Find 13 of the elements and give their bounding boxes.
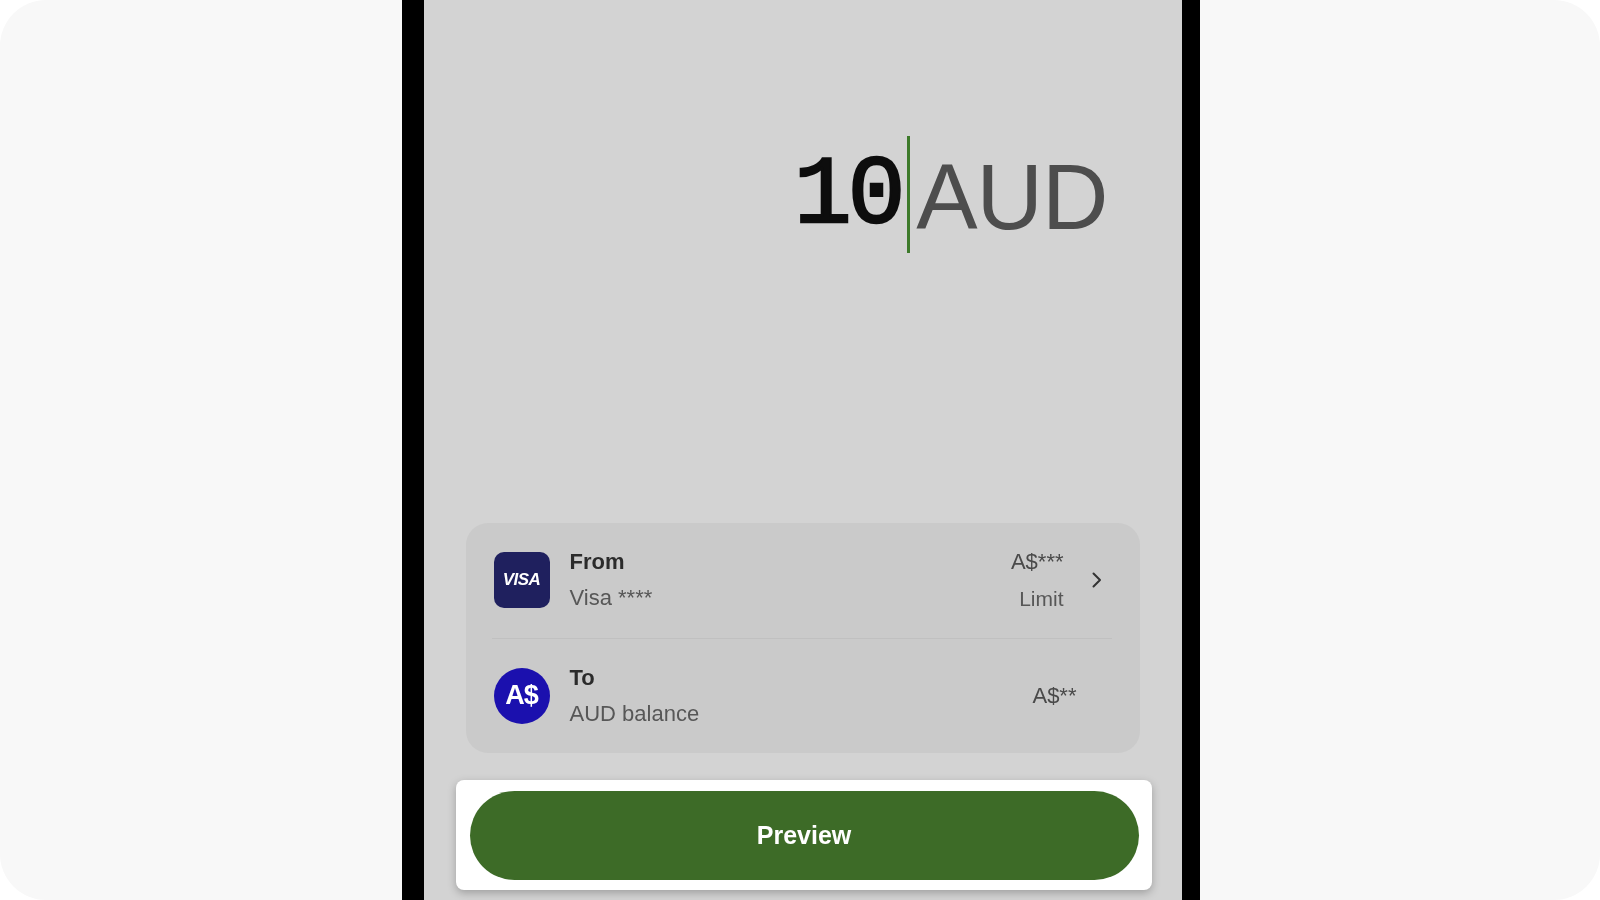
chevron-right-icon[interactable] [1091, 572, 1102, 589]
currency-code: AUD [916, 150, 1108, 243]
amount-value[interactable]: 10 [794, 148, 902, 245]
row-amount: A$*** [1010, 549, 1064, 576]
card-logo: VISA [493, 552, 550, 609]
row-label: To [569, 664, 596, 691]
row-label: From [569, 549, 626, 576]
row-amount: A$** [1032, 682, 1077, 709]
row-detail: Visa **** [569, 585, 654, 612]
preview-button[interactable]: Preview [469, 791, 1139, 880]
currency-logo: A$ [493, 667, 550, 724]
row-detail: AUD balance [569, 700, 701, 727]
row-note: Limit [1019, 587, 1064, 612]
